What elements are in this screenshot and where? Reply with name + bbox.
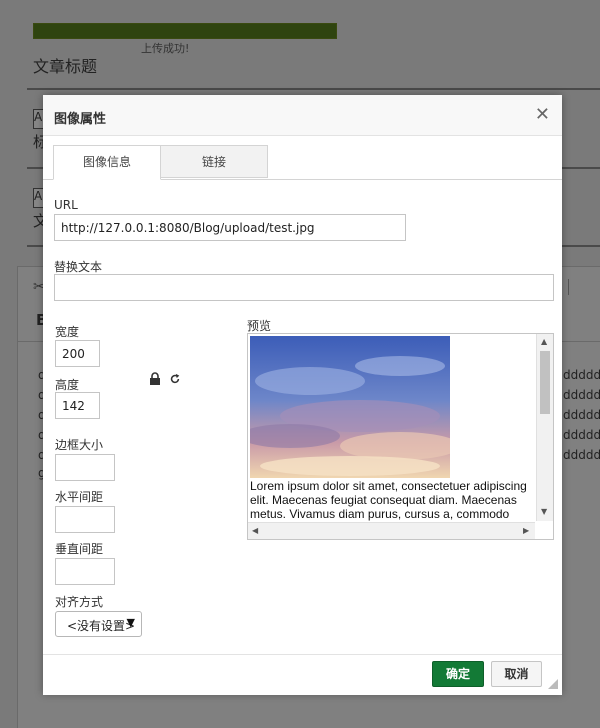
article-title-label: 文章标题 <box>33 57 98 76</box>
vspace-input[interactable] <box>55 558 115 585</box>
toolbar-separator <box>568 279 569 295</box>
close-icon[interactable]: ✕ <box>535 104 550 125</box>
editor-text: dddddd <box>563 368 600 382</box>
editor-text: dddddd <box>563 428 600 442</box>
tab-image-info[interactable]: 图像信息 <box>53 145 161 180</box>
preview-pane[interactable]: Lorem ipsum dolor sit amet, consectetuer… <box>247 333 554 540</box>
preview-sample-text: Lorem ipsum dolor sit amet, consectetuer… <box>250 479 527 521</box>
reset-size-icon[interactable] <box>169 372 181 386</box>
scroll-thumb[interactable] <box>540 351 550 414</box>
preview-label: 预览 <box>247 319 272 333</box>
align-select[interactable]: <没有设置> ▼ <box>55 611 142 637</box>
dialog-title: 图像属性 <box>54 112 107 127</box>
width-label: 宽度 <box>55 325 80 339</box>
editor-text: dddddd <box>563 448 600 462</box>
resize-grip-icon[interactable] <box>548 679 558 689</box>
horizontal-scrollbar[interactable]: ◀ ▶ <box>248 522 535 539</box>
upload-status-text: 上传成功! <box>141 42 190 55</box>
editor-text: dddddd <box>563 408 600 422</box>
dialog-footer: 确定 取消 <box>43 654 562 695</box>
align-select-value: <没有设置> <box>67 619 136 633</box>
height-label: 高度 <box>55 378 80 392</box>
height-input[interactable] <box>55 392 100 419</box>
cancel-button[interactable]: 取消 <box>491 661 542 687</box>
editor-text: dddddd <box>563 388 600 402</box>
align-label: 对齐方式 <box>55 595 104 609</box>
ok-button[interactable]: 确定 <box>432 661 484 687</box>
vertical-scrollbar[interactable]: ▲ ▼ <box>536 334 553 521</box>
scroll-down-icon[interactable]: ▼ <box>541 507 547 516</box>
preview-image <box>250 336 450 478</box>
border-label: 边框大小 <box>55 438 104 452</box>
divider <box>27 88 600 90</box>
scroll-up-icon[interactable]: ▲ <box>541 337 547 346</box>
alt-text-input[interactable] <box>54 274 554 301</box>
upload-progress-bar <box>33 23 337 39</box>
scroll-left-icon[interactable]: ◀ <box>252 526 258 535</box>
hspace-input[interactable] <box>55 506 115 533</box>
url-input[interactable] <box>54 214 406 241</box>
scroll-right-icon[interactable]: ▶ <box>523 526 529 535</box>
tab-bar: 图像信息 链接 <box>43 145 562 180</box>
dialog-header[interactable]: 图像属性 ✕ <box>43 95 562 136</box>
chevron-down-icon: ▼ <box>126 616 135 629</box>
tab-link[interactable]: 链接 <box>160 145 268 178</box>
hspace-label: 水平间距 <box>55 490 104 504</box>
vspace-label: 垂直间距 <box>55 542 104 556</box>
image-properties-dialog: 图像属性 ✕ 图像信息 链接 URL 替换文本 宽度 高度 边框大小 水平间距 … <box>43 95 562 695</box>
border-input[interactable] <box>55 454 115 481</box>
lock-icon[interactable] <box>149 372 161 386</box>
width-input[interactable] <box>55 340 100 367</box>
alt-text-label: 替换文本 <box>54 260 103 274</box>
url-label: URL <box>54 198 78 212</box>
